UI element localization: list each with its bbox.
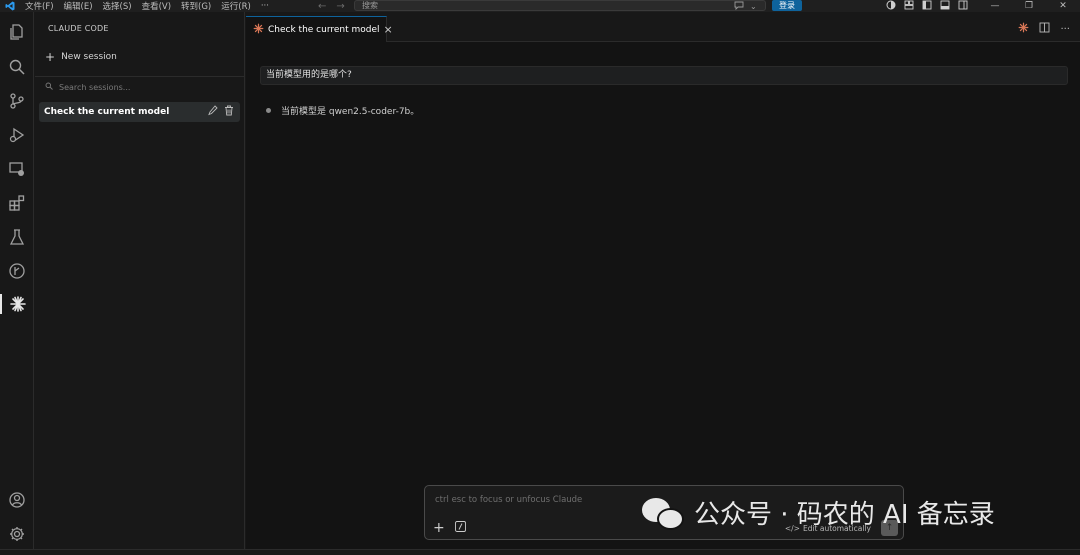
source-control-icon[interactable] (7, 91, 27, 111)
search-icon (45, 82, 53, 92)
title-bar: 文件(F) 编辑(E) 选择(S) 查看(V) 转到(G) 运行(R) ··· … (0, 0, 1080, 12)
sidebar-divider (35, 76, 245, 77)
more-actions-icon[interactable]: ··· (1060, 24, 1070, 35)
layout-controls (886, 0, 968, 12)
login-button[interactable]: 登录 (772, 0, 802, 11)
testing-icon[interactable] (7, 227, 27, 247)
status-bar (0, 549, 1080, 555)
explorer-icon[interactable] (7, 22, 27, 42)
toggle-panel-icon[interactable] (940, 0, 950, 13)
search-icon[interactable] (7, 57, 27, 77)
menu-go[interactable]: 转到(G) (176, 0, 216, 12)
editor-area: Check the current model × ··· 当前模型用的是哪个?… (246, 12, 1080, 555)
remote-explorer-icon[interactable] (7, 159, 27, 179)
watermark-text: 公众号 · 码农的 AI 备忘录 (694, 500, 995, 530)
editor-actions: ··· (1018, 22, 1070, 36)
menu-more[interactable]: ··· (256, 1, 274, 11)
tab-bar: Check the current model × ··· (246, 12, 1080, 42)
toggle-primary-sidebar-icon[interactable] (922, 0, 932, 13)
back-arrow-icon[interactable]: ← (318, 1, 326, 12)
nav-arrows: ← → (318, 0, 345, 12)
watermark: 公众号 · 码农的 AI 备忘录 (642, 494, 995, 531)
customize-layout-icon[interactable] (904, 0, 914, 13)
tab-check-current-model[interactable]: Check the current model × (246, 16, 393, 42)
menu-edit[interactable]: 编辑(E) (59, 0, 98, 12)
tab-label: Check the current model (268, 24, 380, 35)
new-session-button[interactable]: + New session (45, 50, 117, 64)
session-item[interactable]: Check the current model (39, 102, 240, 122)
claude-icon (253, 23, 264, 37)
forward-arrow-icon[interactable]: → (336, 1, 344, 12)
slash-command-icon[interactable] (454, 521, 466, 535)
bullet-dot (266, 108, 271, 113)
close-window-icon[interactable]: ✕ (1046, 1, 1080, 11)
composer-tools: + (433, 521, 466, 535)
extensions-icon[interactable] (7, 193, 27, 213)
chevron-down-icon[interactable]: ⌄ (750, 2, 757, 11)
session-search-input[interactable]: Search sessions... (45, 82, 130, 92)
edit-pencil-icon[interactable] (208, 105, 218, 119)
user-message: 当前模型用的是哪个? (260, 66, 1068, 85)
sidebar-title: CLAUDE CODE (48, 24, 109, 33)
composer-placeholder: ctrl esc to focus or unfocus Claude (435, 495, 583, 505)
restore-icon[interactable]: ❐ (1012, 1, 1046, 11)
run-debug-icon[interactable] (7, 125, 27, 145)
window-controls: — ❐ ✕ (978, 0, 1080, 12)
chat-controls: ⌄ (734, 0, 757, 12)
command-search-input[interactable]: 搜索 (354, 0, 766, 11)
account-icon[interactable] (7, 490, 27, 510)
plus-icon: + (45, 50, 56, 64)
toggle-secondary-sidebar-icon[interactable] (958, 0, 968, 13)
claude-icon[interactable] (0, 294, 34, 314)
settings-gear-icon[interactable] (7, 524, 27, 544)
copilot-icon[interactable] (886, 0, 896, 13)
claude-action-icon[interactable] (1018, 22, 1029, 36)
reply-text: 当前模型是 qwen2.5-coder-7b。 (281, 107, 420, 117)
menu-view[interactable]: 查看(V) (137, 0, 176, 12)
assistant-reply: 当前模型是 qwen2.5-coder-7b。 (266, 104, 419, 117)
add-attachment-icon[interactable]: + (433, 521, 445, 535)
vscode-logo-icon (0, 0, 20, 12)
chat-bubble-icon[interactable] (734, 1, 744, 12)
gitlens-icon[interactable] (7, 261, 27, 281)
close-tab-icon[interactable]: × (384, 23, 393, 36)
trash-icon[interactable] (224, 105, 234, 119)
session-item-label: Check the current model (44, 107, 170, 117)
claude-code-sidebar: CLAUDE CODE + New session Search session… (35, 12, 245, 555)
new-session-label: New session (61, 52, 117, 62)
activity-bar (0, 12, 34, 555)
menu-file[interactable]: 文件(F) (20, 0, 59, 12)
menu-run[interactable]: 运行(R) (216, 0, 256, 12)
menu-selection[interactable]: 选择(S) (98, 0, 137, 12)
session-search-placeholder: Search sessions... (59, 82, 131, 92)
split-editor-icon[interactable] (1039, 22, 1050, 36)
minimize-icon[interactable]: — (978, 1, 1012, 11)
wechat-logo-icon (642, 496, 686, 530)
